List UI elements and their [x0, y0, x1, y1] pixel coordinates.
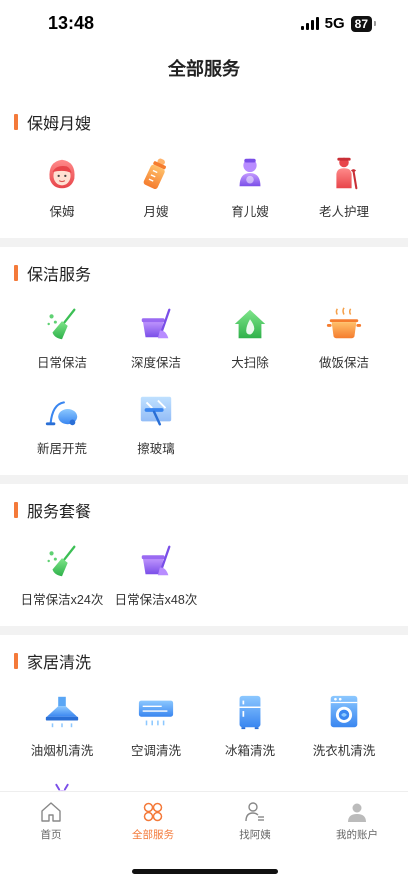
childcare-icon — [239, 158, 261, 187]
air-conditioner-icon — [138, 700, 174, 726]
service-maternity-matron[interactable]: 月嫂 — [109, 148, 203, 234]
service-childcare[interactable]: 育儿嫂 — [203, 148, 297, 234]
network-type: 5G — [324, 15, 345, 32]
service-window-cleaning[interactable]: 擦玻璃 — [109, 385, 203, 471]
service-deep-cleaning[interactable]: 深度保洁 — [109, 299, 203, 385]
service-fridge-cleaning[interactable]: 冰箱清洗 — [203, 687, 297, 773]
service-label: 老人护理 — [318, 205, 369, 219]
nanny-icon — [49, 159, 75, 189]
service-label: 油烟机清洗 — [30, 744, 94, 758]
service-washing-machine-cleaning[interactable]: 洗衣机清洗 — [297, 687, 391, 773]
fridge-icon — [239, 695, 261, 730]
find-helper-icon — [245, 802, 264, 822]
section-title: 家居清洗 — [27, 655, 92, 672]
status-time: 13:48 — [48, 13, 95, 33]
broom-icon — [47, 308, 76, 340]
package-daily-cleaning-48[interactable]: 日常保洁x48次 — [109, 536, 203, 622]
tab-label: 全部服务 — [132, 829, 174, 841]
page-title: 全部服务 — [168, 59, 240, 79]
service-label: 育儿嫂 — [231, 205, 269, 219]
section-header: 家居清洗 — [0, 635, 408, 687]
cooking-pot-icon — [326, 307, 362, 339]
status-bar: 13:48 5G 87 — [0, 0, 408, 48]
range-hood-icon — [45, 696, 79, 728]
service-ac-cleaning[interactable]: 空调清洗 — [109, 687, 203, 773]
service-big-cleaning[interactable]: 大扫除 — [203, 299, 297, 385]
section-accent-bar — [14, 502, 18, 518]
pest-control-icon — [55, 783, 69, 791]
service-label: 保姆 — [49, 205, 75, 219]
service-new-home-cleaning[interactable]: 新居开荒 — [15, 385, 109, 471]
baby-bottle-icon — [143, 158, 166, 190]
service-elderly-care[interactable]: 老人护理 — [297, 148, 391, 234]
section-divider — [0, 626, 408, 635]
vacuum-icon — [45, 401, 78, 426]
section-accent-bar — [14, 114, 18, 130]
section-header: 保姆月嫂 — [0, 96, 408, 148]
service-label: 日常保洁 — [36, 356, 87, 370]
section-divider — [0, 238, 408, 247]
bucket-mop-icon — [141, 545, 171, 576]
house-icon — [234, 309, 266, 339]
section-cleaning: 保洁服务 日常保洁 深度保洁 大扫除 做饭保洁 新居开荒 擦玻璃 — [0, 247, 408, 475]
service-label: 擦玻璃 — [137, 442, 175, 456]
status-indicators: 5G 87 — [300, 15, 376, 32]
tab-my-account[interactable]: 我的账户 — [306, 792, 408, 843]
section-header: 服务套餐 — [0, 484, 408, 536]
section-title: 保姆月嫂 — [27, 116, 92, 133]
service-pest-control[interactable] — [15, 773, 109, 791]
section-packages: 服务套餐 日常保洁x24次 日常保洁x48次 — [0, 484, 408, 626]
tab-label: 找阿姨 — [239, 829, 271, 841]
section-header: 保洁服务 — [0, 247, 408, 299]
section-home-appliance-cleaning: 家居清洗 油烟机清洗 空调清洗 冰箱清洗 洗衣机清洗 — [0, 635, 408, 791]
tab-home[interactable]: 首页 — [0, 792, 102, 843]
service-label: 大扫除 — [231, 356, 269, 370]
section-title: 服务套餐 — [27, 504, 92, 521]
services-list[interactable]: 保姆月嫂 保姆 月嫂 育儿嫂 老人护理 保洁服务 日常保洁 深度保洁 大扫除 做… — [0, 96, 408, 791]
section-divider — [0, 475, 408, 484]
nav-bar: 全部服务 — [0, 48, 408, 88]
section-title: 保洁服务 — [27, 267, 92, 284]
service-nanny[interactable]: 保姆 — [15, 148, 109, 234]
service-label: 空调清洗 — [130, 744, 181, 758]
home-indicator — [132, 869, 278, 874]
battery-tip — [374, 21, 376, 26]
signal-icon — [300, 17, 319, 30]
section-accent-bar — [14, 653, 18, 669]
washing-machine-icon — [330, 695, 358, 728]
home-icon — [41, 802, 61, 822]
battery-icon: 87 — [350, 15, 372, 32]
service-cooking-cleaning[interactable]: 做饭保洁 — [297, 299, 391, 385]
package-daily-cleaning-24[interactable]: 日常保洁x24次 — [15, 536, 109, 622]
service-label: 冰箱清洗 — [224, 744, 275, 758]
service-label: 日常保洁x48次 — [114, 593, 198, 607]
service-range-hood-cleaning[interactable]: 油烟机清洗 — [15, 687, 109, 773]
account-icon — [348, 803, 366, 822]
section-accent-bar — [14, 265, 18, 281]
service-label: 新居开荒 — [36, 442, 87, 456]
service-label: 月嫂 — [143, 205, 169, 219]
tab-label: 首页 — [40, 829, 62, 841]
broom-icon — [47, 545, 76, 577]
section-nanny: 保姆月嫂 保姆 月嫂 育儿嫂 老人护理 — [0, 96, 408, 238]
service-label: 洗衣机清洗 — [312, 744, 376, 758]
window-squeegee-icon — [140, 396, 172, 426]
elderly-care-icon — [336, 157, 358, 190]
tab-bar: 首页 全部服务 找阿姨 我的账户 — [0, 791, 408, 843]
service-label: 深度保洁 — [130, 356, 181, 370]
tab-label: 我的账户 — [336, 829, 378, 841]
service-label: 做饭保洁 — [318, 356, 369, 370]
tab-all-services[interactable]: 全部服务 — [102, 792, 204, 843]
all-services-icon — [143, 802, 163, 822]
service-label: 日常保洁x24次 — [20, 593, 104, 607]
service-daily-cleaning[interactable]: 日常保洁 — [15, 299, 109, 385]
tab-find-helper[interactable]: 找阿姨 — [204, 792, 306, 843]
bucket-mop-icon — [141, 308, 171, 339]
